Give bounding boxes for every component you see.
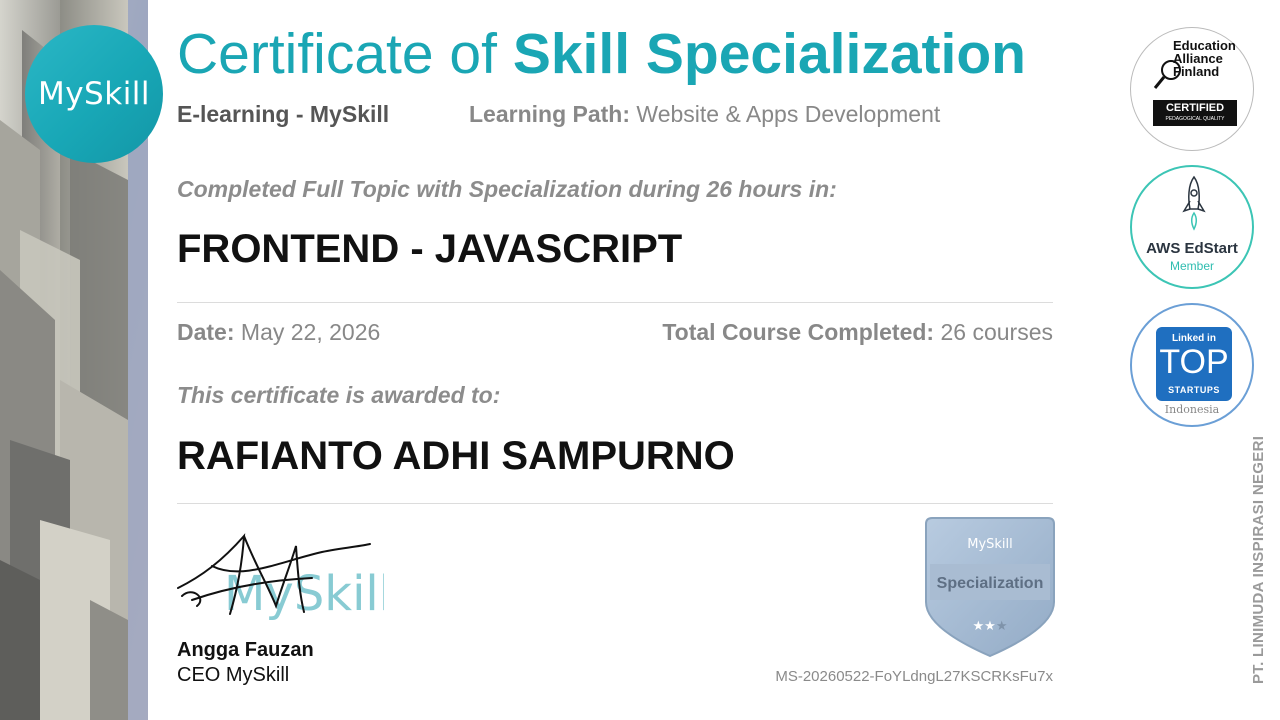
certificate-title: Certificate of Skill Specialization: [177, 22, 1026, 86]
linkedin-top-startups-badge: Linked in TOP STARTUPS Indonesia: [1130, 303, 1254, 427]
certificate-id: MS-20260522-FoYLdngL27KSCRKsFu7x: [775, 668, 1053, 685]
total-courses-value: 26 courses: [940, 319, 1053, 345]
provider: E-learning - MySkill: [177, 101, 390, 127]
rocket-icon: [1182, 175, 1206, 231]
signer-title: CEO MySkill: [177, 664, 290, 686]
completed-text: Completed Full Topic with Specialization…: [177, 176, 837, 202]
title-prefix: Certificate of: [177, 22, 497, 86]
svg-text:MySkill: MySkill: [224, 566, 384, 622]
linkedin-top: TOP: [1159, 343, 1229, 381]
linkedin-country: Indonesia: [1164, 403, 1220, 416]
badge-label: Specialization: [937, 575, 1044, 592]
aws-subtitle: Member: [1169, 259, 1214, 273]
myskill-logo: MySkill: [25, 25, 163, 163]
education-alliance-badge: Education Alliance Finland CERTIFIED PED…: [1130, 27, 1254, 151]
logo-text: MySkill: [37, 76, 151, 112]
total-courses-label: Total Course Completed:: [662, 319, 935, 345]
certified-label: CERTIFIED PEDAGOGICAL QUALITY: [1153, 100, 1237, 126]
company-name: PT. LINIMUDA INSPIRASI NEGERI: [1250, 435, 1267, 684]
badge-stars: ★★★: [973, 618, 1008, 633]
divider: [177, 302, 1053, 303]
learning-path-value: Website & Apps Development: [636, 101, 941, 127]
learning-path: Learning Path: Website & Apps Developmen…: [469, 100, 940, 128]
title-emphasis: Skill Specialization: [512, 22, 1026, 86]
magnifier-icon: [1153, 60, 1181, 89]
topic-title: FRONTEND - JAVASCRIPT: [177, 227, 683, 271]
awarded-text: This certificate is awarded to:: [177, 382, 501, 408]
linkedin-startups: STARTUPS: [1168, 385, 1220, 395]
ceo-signature: MySkill: [177, 533, 384, 622]
recipient-name: RAFIANTO ADHI SAMPURNO: [177, 434, 735, 478]
date-value: May 22, 2026: [240, 319, 381, 345]
linkedin-top-box: Linked in TOP STARTUPS: [1156, 327, 1232, 401]
learning-path-label: Learning Path:: [469, 101, 631, 127]
aws-title: AWS EdStart: [1146, 240, 1238, 257]
aws-edstart-badge: AWS EdStart Member: [1130, 165, 1254, 289]
specialization-shield-badge: MySkill Specialization ★★★: [925, 517, 1055, 658]
total-courses: Total Course Completed: 26 courses: [662, 318, 1053, 346]
badge-brand: MySkill: [967, 537, 1013, 552]
date-label: Date:: [177, 319, 235, 345]
divider: [177, 503, 1053, 504]
certificate-date: Date: May 22, 2026: [177, 318, 380, 346]
signer-name: Angga Fauzan: [177, 639, 314, 661]
